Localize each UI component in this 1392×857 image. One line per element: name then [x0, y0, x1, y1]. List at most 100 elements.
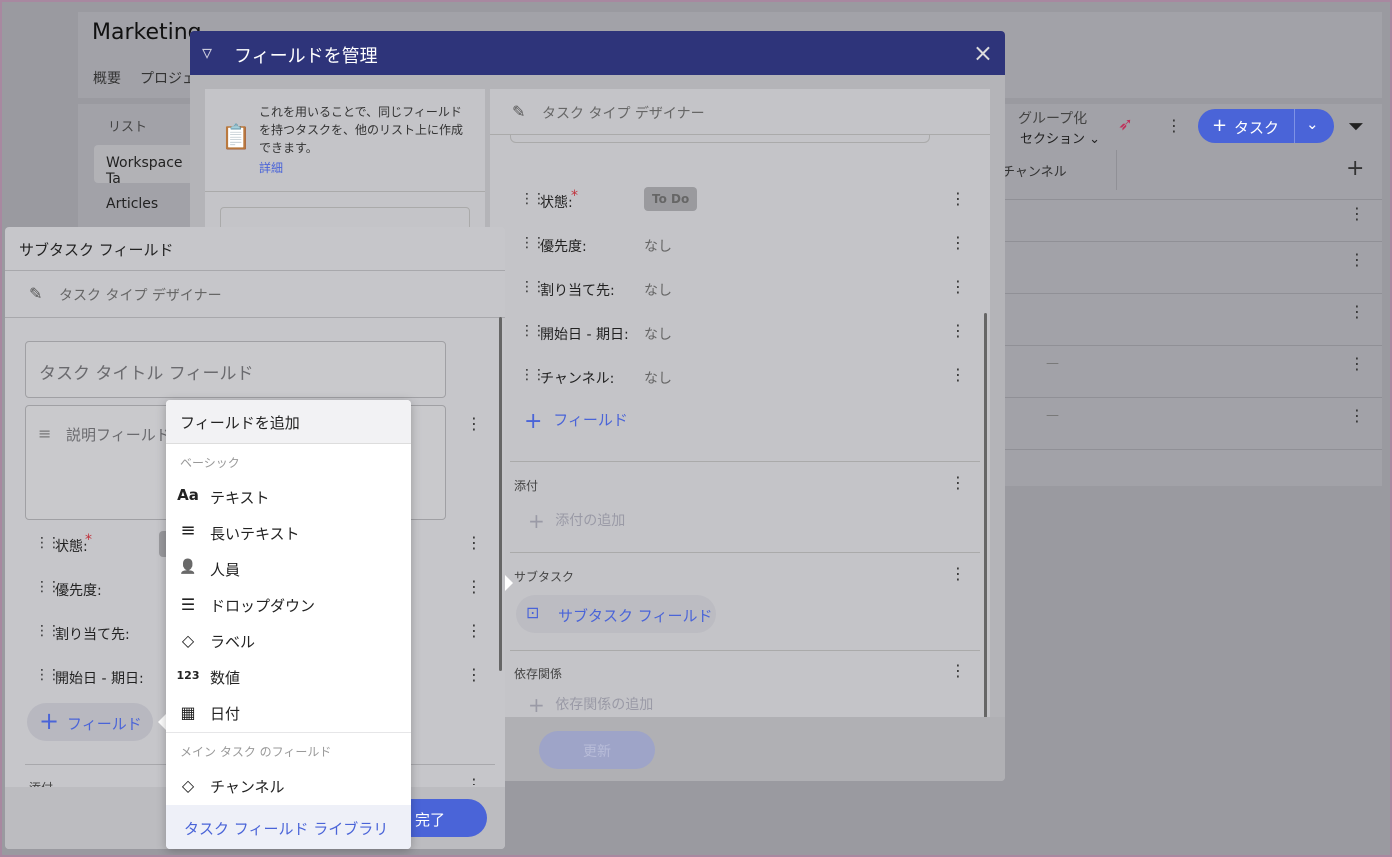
field-label: 状態:	[55, 539, 88, 555]
table-row[interactable]	[990, 346, 1382, 398]
add-task-button[interactable]: + タスク ⌄	[1198, 109, 1334, 143]
table-row[interactable]	[990, 190, 1382, 242]
menu-item-text[interactable]: Aa テキスト	[166, 479, 411, 515]
field-more-icon[interactable]: ⋮	[466, 623, 482, 639]
section-more-icon[interactable]: ⋮	[950, 663, 966, 679]
section-more-icon[interactable]: ⋮	[466, 777, 480, 785]
menu-item-channel[interactable]: ◇ チャンネル	[166, 768, 411, 804]
field-row-status[interactable]: ⋮⋮ 状態: * To Do ⋮	[510, 179, 970, 223]
field-more-icon[interactable]: ⋮	[950, 323, 966, 339]
dropdown-arrow	[158, 714, 166, 730]
subtask-panel-title: サブタスク フィールド	[5, 227, 505, 271]
row-more-icon[interactable]: ⋮	[1349, 252, 1365, 268]
add-field-button[interactable]: + フィールド	[524, 409, 628, 434]
menu-item-label: 人員	[210, 561, 241, 579]
tab-projects[interactable]: プロジェ	[140, 68, 196, 88]
divider	[510, 650, 980, 651]
field-more-icon[interactable]: ⋮	[466, 535, 482, 551]
designer-header: ✎ タスク タイプ デザイナー	[5, 271, 505, 318]
update-button[interactable]: 更新	[539, 731, 655, 769]
group-by-value: セクション	[1020, 132, 1086, 147]
column-header-channel: チャンネル	[1002, 165, 1067, 180]
menu-item-date[interactable]: ▦ 日付	[166, 695, 411, 731]
sidebar-item-articles[interactable]: Articles	[94, 186, 194, 224]
menu-item-long-text[interactable]: ≡ 長いテキスト	[166, 515, 411, 551]
person-icon: 👤	[179, 559, 197, 575]
field-row-channel[interactable]: ⋮⋮ チャンネル: なし ⋮	[510, 355, 970, 399]
scrollbar[interactable]	[984, 313, 987, 733]
divider	[205, 191, 485, 192]
add-field-button[interactable]: + フィールド	[27, 703, 153, 741]
field-more-icon[interactable]: ⋮	[466, 416, 482, 432]
field-value: なし	[644, 327, 672, 343]
field-row-priority[interactable]: ⋮⋮ 優先度: なし ⋮	[510, 223, 970, 267]
task-field-library-link[interactable]: タスク フィールド ライブラリ	[166, 805, 411, 849]
chevron-down-icon[interactable]: ⌄	[1306, 115, 1319, 133]
field-more-icon[interactable]: ⋮	[950, 279, 966, 295]
table-row[interactable]	[990, 294, 1382, 346]
menu-section-main-task: メイン タスク のフィールド	[180, 745, 332, 759]
designer-label: タスク タイプ デザイナー	[59, 288, 222, 304]
modal-title: フィールドを管理	[234, 46, 378, 67]
sidebar-item-workspace[interactable]: Workspace Ta	[94, 145, 194, 187]
field-row-assignee[interactable]: ⋮⋮ 割り当て先: なし ⋮	[510, 267, 970, 311]
section-more-icon[interactable]: ⋮	[950, 566, 966, 582]
designer-pane: ✎ タスク タイプ デザイナー ⋮⋮ 状態: * To Do ⋮ ⋮⋮ 優先度:…	[490, 89, 990, 744]
divider	[510, 461, 980, 462]
add-dependency-button[interactable]: + 依存関係の追加	[528, 693, 653, 717]
row-more-icon[interactable]: ⋮	[1349, 206, 1365, 222]
field-label: 状態:	[540, 195, 573, 211]
text-icon: Aa	[177, 486, 199, 504]
group-by-label: グループ化	[1018, 111, 1088, 127]
menu-section-basic: ベーシック	[180, 456, 240, 470]
field-value: なし	[644, 239, 672, 255]
learn-more-link[interactable]: 詳細	[259, 159, 283, 176]
field-more-icon[interactable]: ⋮	[950, 191, 966, 207]
field-more-icon[interactable]: ⋮	[466, 667, 482, 683]
field-row-dates[interactable]: ⋮⋮ 開始日 - 期日: なし ⋮	[510, 311, 970, 355]
divider	[510, 552, 980, 553]
menu-item-label: 数値	[210, 669, 241, 687]
plus-icon: +	[39, 707, 60, 735]
field-label: 割り当て先:	[55, 627, 130, 643]
field-more-icon[interactable]: ⋮	[466, 579, 482, 595]
row-more-icon[interactable]: ⋮	[1349, 356, 1365, 372]
rocket-icon[interactable]: ➶	[1118, 114, 1133, 135]
field-label: 開始日 - 期日:	[55, 671, 144, 687]
menu-item-dropdown[interactable]: ☰ ドロップダウン	[166, 587, 411, 623]
section-more-icon[interactable]: ⋮	[950, 475, 966, 491]
table-row[interactable]	[990, 242, 1382, 294]
long-text-icon: ≡	[180, 520, 196, 541]
add-attachment-button[interactable]: + 添付の追加	[528, 509, 625, 533]
field-more-icon[interactable]: ⋮	[950, 235, 966, 251]
long-text-icon: ≡	[38, 424, 52, 443]
tab-overview[interactable]: 概要	[93, 68, 121, 88]
menu-item-number[interactable]: 123 数値	[166, 659, 411, 695]
menu-item-person[interactable]: 👤 人員	[166, 551, 411, 587]
divider	[1294, 109, 1295, 143]
add-column-icon[interactable]: +	[1346, 156, 1364, 181]
status-badge: To Do	[644, 187, 698, 211]
empty-cell: —	[1046, 408, 1059, 423]
subtask-field-chip[interactable]: ⊡ サブタスク フィールド	[516, 595, 716, 633]
table-row[interactable]	[990, 398, 1382, 450]
field-more-icon[interactable]: ⋮	[950, 367, 966, 383]
task-title-field[interactable]: タスク タイトル フィールド	[25, 341, 446, 398]
field-label: チャンネル:	[540, 371, 615, 387]
designer-header: ✎ タスク タイプ デザイナー	[490, 89, 990, 135]
scrollbar[interactable]	[499, 317, 502, 671]
group-by-select[interactable]: セクション ⌄	[1020, 128, 1100, 147]
filter-icon[interactable]: ⏷	[1348, 114, 1364, 138]
subtask-edit-icon: ⊡	[526, 603, 540, 622]
close-icon[interactable]: ×	[973, 39, 993, 67]
add-field-label: フィールド	[67, 715, 142, 733]
more-icon[interactable]: ⋮	[1166, 118, 1182, 134]
calendar-icon: ▦	[180, 703, 196, 722]
row-more-icon[interactable]: ⋮	[1349, 304, 1365, 320]
page-title: Marketing	[92, 20, 202, 45]
row-more-icon[interactable]: ⋮	[1349, 408, 1365, 424]
menu-item-label-field[interactable]: ◇ ラベル	[166, 623, 411, 659]
tag-icon: ◇	[181, 776, 195, 795]
section-dependencies: 依存関係	[514, 667, 563, 681]
field-label: 優先度:	[55, 583, 102, 599]
